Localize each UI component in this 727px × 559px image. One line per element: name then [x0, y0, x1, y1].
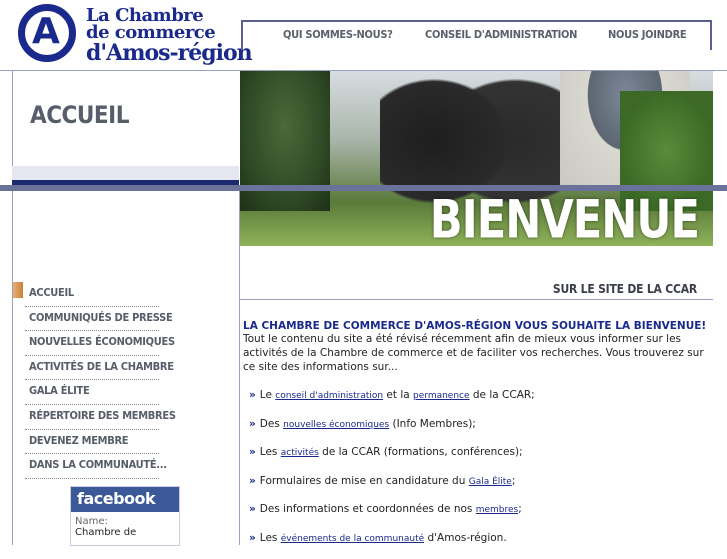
title-band-light — [12, 166, 239, 180]
sidebar-item-gala[interactable]: GALA ÉLITE — [25, 380, 159, 405]
bullet-icon: » — [249, 389, 256, 401]
sidebar-item-label: ACCUEIL — [29, 286, 74, 299]
sidebar-item-label: GALA ÉLITE — [29, 384, 90, 398]
bullet-icon: » — [249, 446, 256, 458]
item-text: Les — [259, 531, 281, 544]
hero-photo: BIENVENUE — [240, 71, 713, 246]
link-nouvelles-economiques[interactable]: nouvelles économiques — [283, 420, 389, 430]
sidebar-item-accueil[interactable]: ACCUEIL — [13, 282, 159, 307]
facebook-logo: facebook — [71, 487, 179, 512]
sidebar-item-activites[interactable]: ACTIVITÉS DE LA CHAMBRE — [25, 356, 174, 381]
sidebar-item-label: DEVENEZ MEMBRE — [29, 433, 129, 447]
site-logo[interactable]: A La Chambre de commerce d'Amos-région — [18, 4, 253, 66]
intro-paragraph: Tout le contenu du site a été révisé réc… — [243, 333, 704, 373]
item-text: d'Amos-région. — [424, 531, 507, 544]
item-text: Formulaires de mise en candidature du — [259, 474, 469, 487]
hero-subtitle: SUR LE SITE DE LA CCAR — [552, 282, 697, 296]
link-activites[interactable]: activités — [281, 448, 319, 458]
sidebar-item-label: RÉPERTOIRE DES MEMBRES — [29, 408, 176, 422]
item-text: de la CCAR; — [469, 389, 535, 401]
facebook-name-label: Name: — [75, 516, 108, 527]
logo-a-icon: A — [32, 11, 60, 52]
item-text: Des informations et coordonnées de nos — [259, 503, 476, 515]
list-item: » Le conseil d'administration et la perma… — [249, 388, 711, 403]
item-text: Le — [259, 389, 276, 401]
link-conseil-administration[interactable]: conseil d'administration — [275, 391, 383, 401]
nav-conseil-administration[interactable]: CONSEIL D'ADMINISTRATION — [425, 28, 577, 41]
item-text: (Info Membres); — [389, 417, 476, 430]
sidebar-item-devenez-membre[interactable]: DEVENEZ MEMBRE — [25, 430, 159, 455]
link-permanence[interactable]: permanence — [413, 391, 470, 401]
info-list: » Le conseil d'administration et la perma… — [243, 388, 711, 546]
logo-text-line3: d'Amos-région — [86, 40, 253, 66]
bullet-icon: » — [249, 474, 256, 487]
item-text: ; — [511, 474, 516, 487]
item-text: Des — [259, 417, 284, 430]
item-text: de la CCAR (formations, conférences); — [318, 446, 523, 458]
sidebar-item-nouvelles[interactable]: NOUVELLES ÉCONOMIQUES — [25, 331, 175, 356]
link-evenements-communaute[interactable]: événements de la communauté — [281, 534, 424, 544]
sidebar-item-label: NOUVELLES ÉCONOMIQUES — [29, 335, 175, 349]
hero-subtitle-bar: SUR LE SITE DE LA CCAR — [240, 246, 713, 300]
nav-qui-sommes-nous[interactable]: QUI SOMMES-NOUS? — [283, 28, 393, 41]
list-item: » Les événements de la communauté d'Amos-… — [249, 531, 711, 546]
main-content: LA CHAMBRE DE COMMERCE D'AMOS-RÉGION VOU… — [243, 320, 711, 559]
facebook-widget[interactable]: facebook Name: Chambre de — [70, 486, 180, 546]
list-item: » Les activités de la CCAR (formations, c… — [249, 445, 711, 460]
welcome-headline: LA CHAMBRE DE COMMERCE D'AMOS-RÉGION VOU… — [243, 320, 707, 332]
sidebar-item-communiques[interactable]: COMMUNIQUÉS DE PRESSE — [25, 307, 173, 332]
sidebar-item-label: ACTIVITÉS DE LA CHAMBRE — [29, 359, 174, 373]
page-title-box: ACCUEIL — [12, 71, 239, 166]
bullet-icon: » — [249, 531, 256, 544]
item-text: ; — [518, 503, 522, 515]
sidebar-item-repertoire[interactable]: RÉPERTOIRE DES MEMBRES — [25, 405, 176, 430]
page-title: ACCUEIL — [30, 101, 129, 129]
bullet-icon: » — [249, 503, 256, 515]
item-text: Les — [259, 446, 281, 458]
list-item: » Des informations et coordonnées de nos … — [249, 502, 711, 517]
facebook-name-value: Chambre de — [75, 527, 137, 538]
side-navigation: ACCUEIL COMMUNIQUÉS DE PRESSE NOUVELLES … — [13, 282, 176, 479]
link-gala-elite[interactable]: Gala Élite — [469, 477, 512, 487]
sidebar-item-label: COMMUNIQUÉS DE PRESSE — [29, 310, 173, 324]
nav-nous-joindre[interactable]: NOUS JOINDRE — [608, 28, 687, 41]
sidebar-item-label: DANS LA COMMUNAUTÉ... — [29, 458, 167, 472]
item-text: et la — [383, 389, 414, 401]
link-membres[interactable]: membres — [476, 505, 519, 515]
top-navigation: QUI SOMMES-NOUS? CONSEIL D'ADMINISTRATIO… — [241, 20, 712, 50]
bullet-icon: » — [249, 417, 256, 430]
list-item: » Formulaires de mise en candidature du G… — [249, 474, 711, 489]
sidebar-item-communaute[interactable]: DANS LA COMMUNAUTÉ... — [25, 454, 167, 479]
hero-bienvenue-text: BIENVENUE — [429, 189, 700, 247]
list-item: » Des nouvelles économiques (Info Membres… — [249, 417, 711, 432]
sidebar: ACCUEIL COMMUNIQUÉS DE PRESSE NOUVELLES … — [12, 191, 240, 546]
